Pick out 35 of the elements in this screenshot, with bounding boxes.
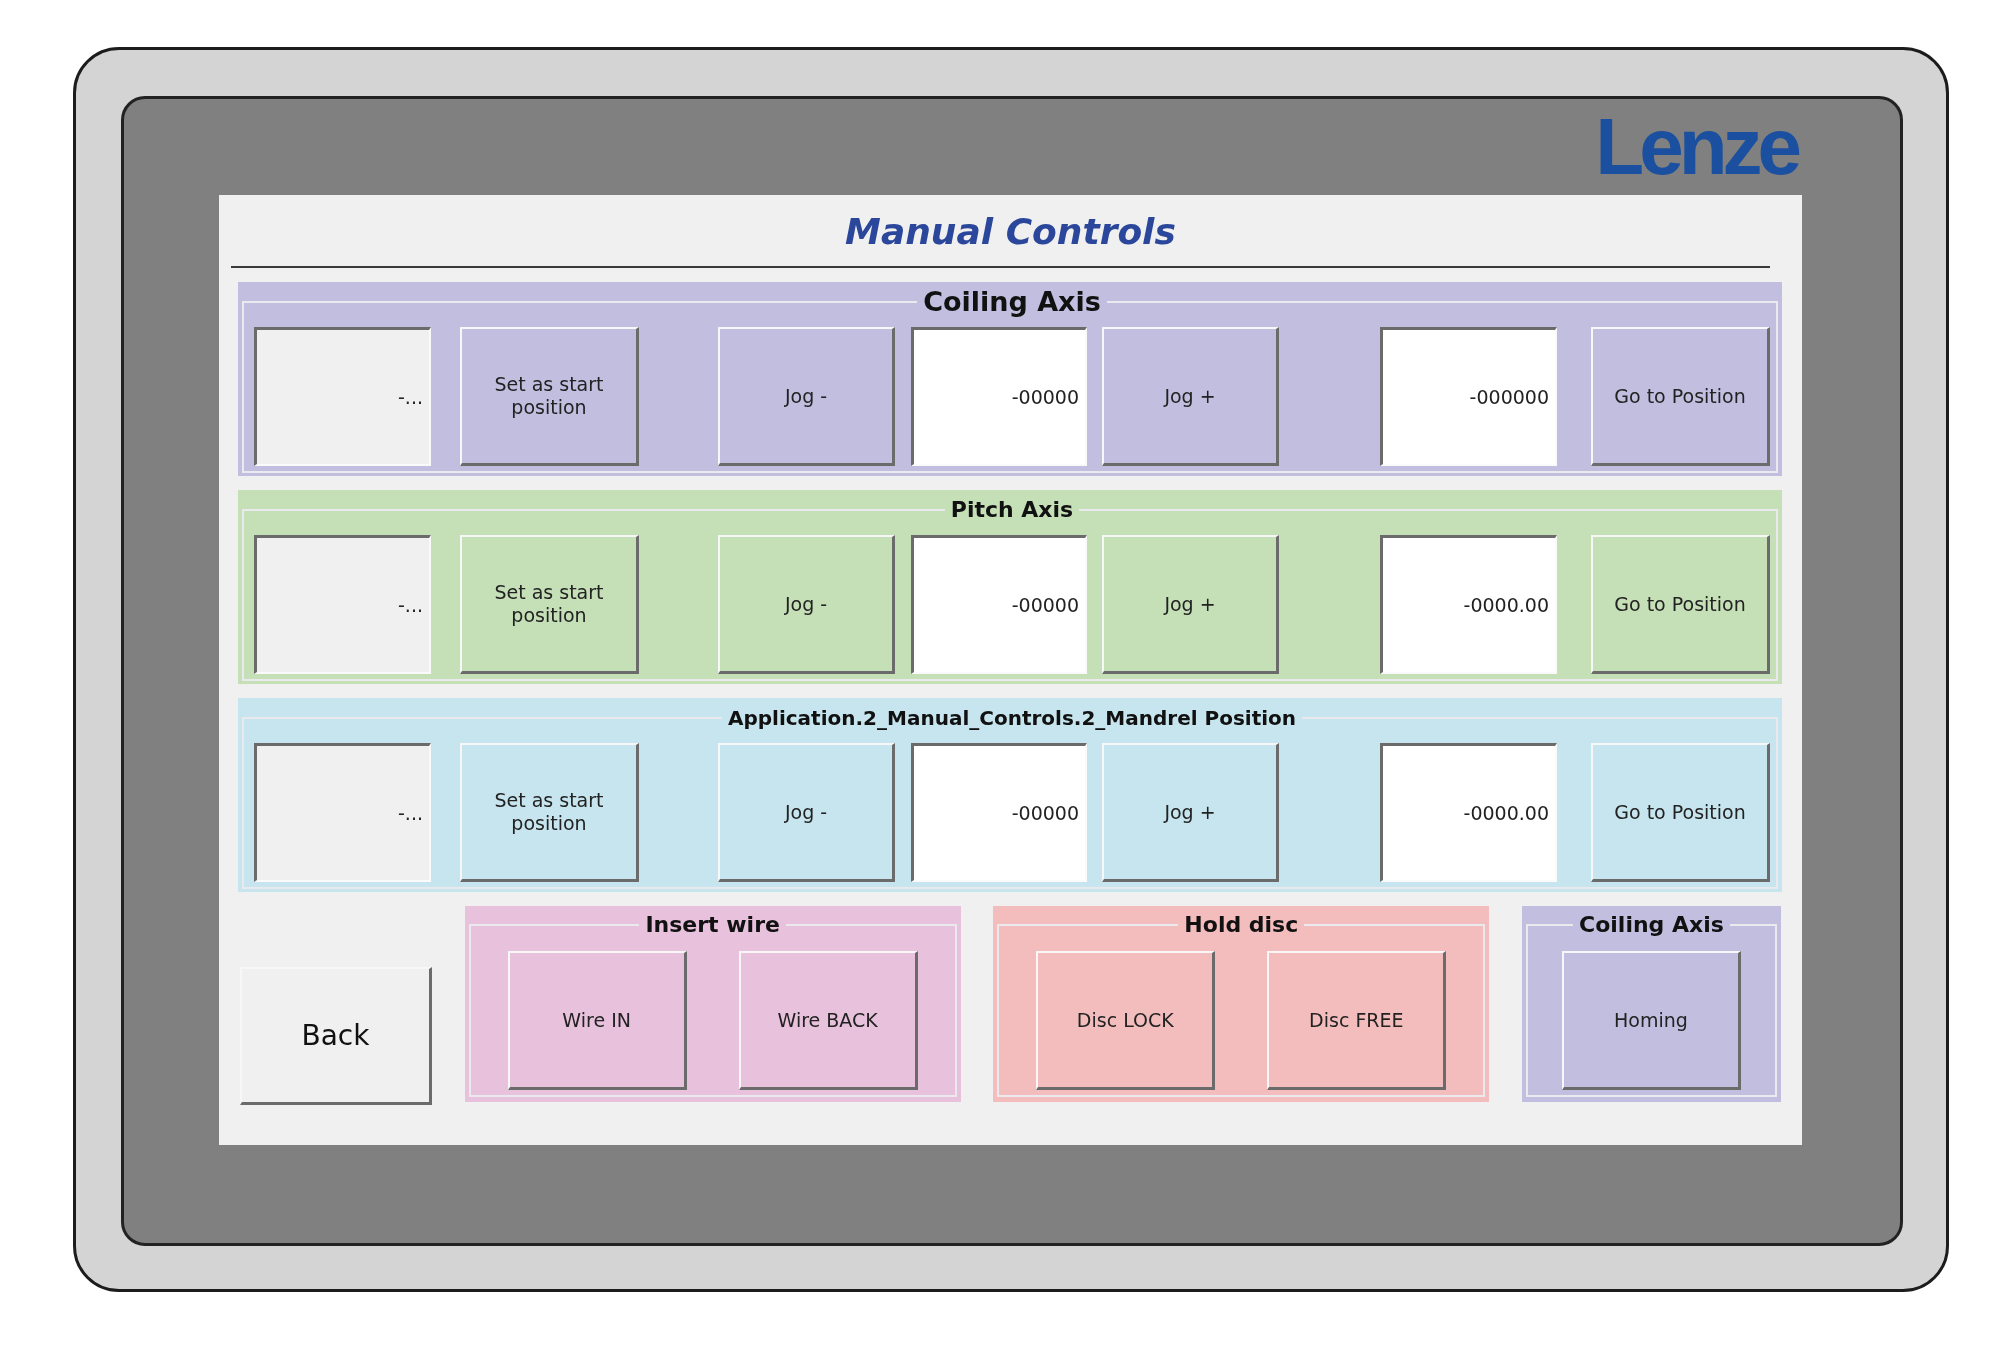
back-button[interactable]: Back [240,967,432,1105]
action-button[interactable]: Disc FREE [1267,951,1447,1090]
group-title: Application.2_Manual_Controls.2_Mandrel Position [726,705,1298,732]
jog-plus-button[interactable]: Jog + [1102,327,1279,466]
jog-plus-button[interactable]: Jog + [1102,743,1279,882]
brand-logo: Lenze [1595,107,1799,187]
target-position-field[interactable]: -000000 [1380,327,1557,466]
position-display: -... [254,743,431,882]
position-display: -... [254,535,431,674]
target-position-field[interactable]: -0000.00 [1380,535,1557,674]
go-to-position-button[interactable]: Go to Position [1591,743,1770,882]
action-button[interactable]: Wire IN [507,951,687,1090]
jog-minus-button[interactable]: Jog - [718,743,895,882]
group-title: Hold disc [1183,911,1300,939]
set-start-button[interactable]: Set as start position [460,743,639,882]
jog-minus-button[interactable]: Jog - [718,327,895,466]
jog-step-field[interactable]: -00000 [911,327,1087,466]
group-title: Coiling Axis [922,287,1102,317]
jog-minus-button[interactable]: Jog - [718,535,895,674]
set-start-button[interactable]: Set as start position [460,535,639,674]
target-position-field[interactable]: -0000.00 [1380,743,1557,882]
action-button[interactable]: Homing [1561,951,1741,1090]
group-title: Coiling Axis [1578,911,1725,939]
go-to-position-button[interactable]: Go to Position [1591,535,1770,674]
group-title: Insert wire [644,911,781,939]
jog-plus-button[interactable]: Jog + [1102,535,1279,674]
group-title: Pitch Axis [949,496,1075,524]
position-display: -... [254,327,431,466]
go-to-position-button[interactable]: Go to Position [1591,327,1770,466]
jog-step-field[interactable]: -00000 [911,535,1087,674]
action-button[interactable]: Disc LOCK [1036,951,1216,1090]
set-start-button[interactable]: Set as start position [460,327,639,466]
screen-title: Manual Controls [845,210,1176,254]
jog-step-field[interactable]: -00000 [911,743,1087,882]
action-button[interactable]: Wire BACK [738,951,918,1090]
